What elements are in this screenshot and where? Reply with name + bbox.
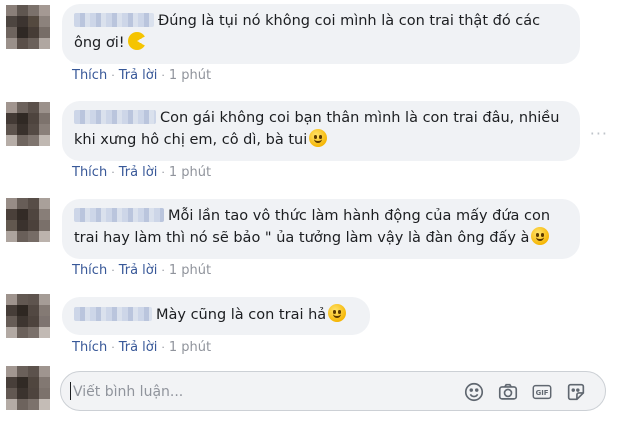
smile-icon: [328, 304, 347, 322]
separator: ·: [111, 166, 115, 179]
author-name-blurred[interactable]: [74, 307, 152, 321]
comment-actions: Thích · Trả lời · 1 phút: [72, 263, 211, 278]
timestamp[interactable]: 1 phút: [169, 263, 211, 278]
smile-icon: [309, 129, 328, 147]
like-link[interactable]: Thích: [72, 165, 107, 180]
separator: ·: [161, 341, 165, 354]
emoji-icon[interactable]: [463, 381, 485, 403]
comment-actions: Thích · Trả lời · 1 phút: [72, 68, 211, 83]
timestamp[interactable]: 1 phút: [169, 68, 211, 83]
timestamp[interactable]: 1 phút: [169, 165, 211, 180]
sticker-icon[interactable]: [565, 381, 587, 403]
gif-icon[interactable]: GIF: [531, 381, 553, 403]
comment-bubble: Mỗi lần tao vô thức làm hành động của mấ…: [62, 199, 580, 259]
separator: ·: [111, 341, 115, 354]
comment-bubble: Mày cũng là con trai hả: [62, 297, 370, 335]
like-link[interactable]: Thích: [72, 340, 107, 355]
comment-composer: GIF: [60, 371, 606, 411]
separator: ·: [161, 69, 165, 82]
reply-link[interactable]: Trả lời: [119, 165, 158, 180]
comment-text: Mỗi lần tao vô thức làm hành động của mấ…: [168, 208, 551, 224]
like-link[interactable]: Thích: [72, 263, 107, 278]
separator: ·: [161, 264, 165, 277]
like-link[interactable]: Thích: [72, 68, 107, 83]
comment-actions: Thích · Trả lời · 1 phút: [72, 165, 211, 180]
reply-link[interactable]: Trả lời: [119, 68, 158, 83]
camera-icon[interactable]: [497, 381, 519, 403]
comment-text: ông ơi!: [74, 35, 125, 51]
avatar[interactable]: [6, 294, 50, 338]
reply-link[interactable]: Trả lời: [119, 263, 158, 278]
separator: ·: [161, 166, 165, 179]
comment-text: Mày cũng là con trai hả: [156, 307, 327, 323]
smile-icon: [531, 227, 550, 245]
avatar[interactable]: [6, 102, 50, 146]
pacman-icon: [127, 32, 146, 50]
comment-actions: Thích · Trả lời · 1 phút: [72, 340, 211, 355]
avatar[interactable]: [6, 198, 50, 242]
separator: ·: [111, 264, 115, 277]
current-user-avatar[interactable]: [6, 366, 50, 410]
avatar[interactable]: [6, 5, 50, 49]
comment-text: Đúng là tụi nó không coi mình là con tra…: [158, 13, 541, 29]
comment-text: Con gái không coi bạn thân mình là con t…: [160, 110, 560, 126]
more-options-icon[interactable]: ···: [590, 124, 608, 143]
svg-text:GIF: GIF: [536, 389, 549, 397]
reply-link[interactable]: Trả lời: [119, 340, 158, 355]
comment-input[interactable]: [71, 380, 455, 404]
timestamp[interactable]: 1 phút: [169, 340, 211, 355]
comment-bubble: Đúng là tụi nó không coi mình là con tra…: [62, 4, 580, 64]
comment-text: khi xưng hô chị em, cô dì, bà tui: [74, 132, 308, 148]
comment-text: trai hay làm thì nó sẽ bảo " ủa tưởng là…: [74, 230, 530, 246]
comment-bubble: Con gái không coi bạn thân mình là con t…: [62, 101, 580, 161]
author-name-blurred[interactable]: [74, 208, 164, 222]
author-name-blurred[interactable]: [74, 13, 154, 27]
author-name-blurred[interactable]: [74, 110, 156, 124]
separator: ·: [111, 69, 115, 82]
